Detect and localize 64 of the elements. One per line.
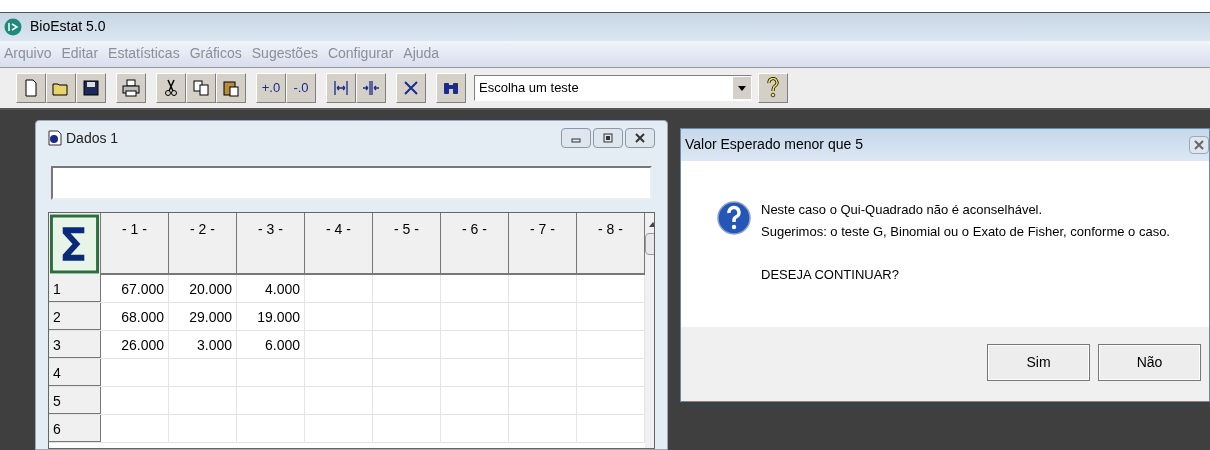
- row-header[interactable]: 6: [49, 415, 101, 442]
- column-header[interactable]: - 6 -: [441, 213, 509, 273]
- toolbar-button[interactable]: [216, 72, 246, 103]
- restore-icon: [603, 133, 613, 144]
- toolbar-button[interactable]: [116, 72, 146, 103]
- toolbar-button[interactable]: [326, 72, 356, 103]
- column-header[interactable]: - 8 -: [577, 213, 645, 273]
- maximize-button[interactable]: [593, 128, 623, 149]
- table-cell[interactable]: 26.000: [101, 331, 169, 358]
- close-button[interactable]: [1189, 136, 1209, 154]
- copy-icon: [192, 78, 210, 97]
- column-split-icon: [362, 78, 380, 97]
- dialog-message: Sugerimos: o teste G, Binomial ou o Exato de Fisher, conforme o caso.: [761, 223, 1170, 241]
- column-header[interactable]: - 7 -: [509, 213, 577, 273]
- row-header[interactable]: 4: [49, 359, 101, 386]
- toolbar-button[interactable]: -.0: [286, 72, 316, 103]
- printer-icon: [122, 78, 140, 97]
- formula-field[interactable]: [51, 166, 652, 200]
- question-icon: [717, 201, 751, 235]
- dialog-button[interactable]: Sim: [987, 344, 1090, 381]
- help-button[interactable]: [758, 72, 788, 103]
- table-cell[interactable]: 20.000: [169, 275, 237, 302]
- new-file-icon: [22, 78, 40, 97]
- close-button[interactable]: [625, 128, 655, 149]
- column-header[interactable]: - 3 -: [237, 213, 305, 273]
- row-header[interactable]: 2: [49, 303, 101, 330]
- test-select[interactable]: Escolha um teste: [474, 74, 752, 101]
- column-header[interactable]: - 2 -: [169, 213, 237, 273]
- document-icon: [48, 130, 62, 147]
- toolbar-button[interactable]: [156, 72, 186, 103]
- row-header[interactable]: 3: [49, 331, 101, 358]
- data-window-title: Dados 1: [66, 129, 120, 148]
- close-icon: [1194, 140, 1204, 150]
- dialog-button[interactable]: Não: [1098, 344, 1201, 381]
- toolbar-button[interactable]: +.0: [256, 72, 286, 103]
- toolbar-button[interactable]: [76, 72, 106, 103]
- column-width-icon: [332, 78, 350, 97]
- toolbar-button[interactable]: [396, 72, 426, 103]
- row-header[interactable]: 1: [49, 275, 101, 302]
- column-header[interactable]: - 4 -: [305, 213, 373, 273]
- window-title: BioEstat 5.0: [30, 17, 106, 37]
- close-icon: [635, 133, 645, 144]
- column-header[interactable]: - 5 -: [373, 213, 441, 273]
- table-cell[interactable]: 6.000: [237, 331, 305, 358]
- help-icon: [767, 76, 779, 99]
- scissors-icon: [162, 78, 180, 97]
- clipboard-icon: [222, 78, 240, 97]
- table-cell[interactable]: 29.000: [169, 303, 237, 330]
- dialog-question: DESEJA CONTINUAR?: [761, 266, 900, 284]
- table-cell[interactable]: 4.000: [237, 275, 305, 302]
- toolbar-button[interactable]: [436, 72, 466, 103]
- dialog-title: Valor Esperado menor que 5: [685, 135, 864, 155]
- table-cell[interactable]: 19.000: [237, 303, 305, 330]
- delete-icon: [402, 78, 420, 97]
- table-cell[interactable]: 3.000: [169, 331, 237, 358]
- app-logo-icon: [4, 17, 22, 36]
- toolbar-button[interactable]: [356, 72, 386, 103]
- column-header[interactable]: - 1 -: [101, 213, 169, 273]
- table-cell[interactable]: 68.000: [101, 303, 169, 330]
- table-cell[interactable]: 67.000: [101, 275, 169, 302]
- scroll-up-icon: [648, 221, 654, 227]
- select-value: Escolha um teste: [478, 79, 580, 98]
- dialog-message: Neste caso o Qui-Quadrado não é aconselhável.: [761, 201, 1044, 219]
- row-header[interactable]: 5: [49, 387, 101, 414]
